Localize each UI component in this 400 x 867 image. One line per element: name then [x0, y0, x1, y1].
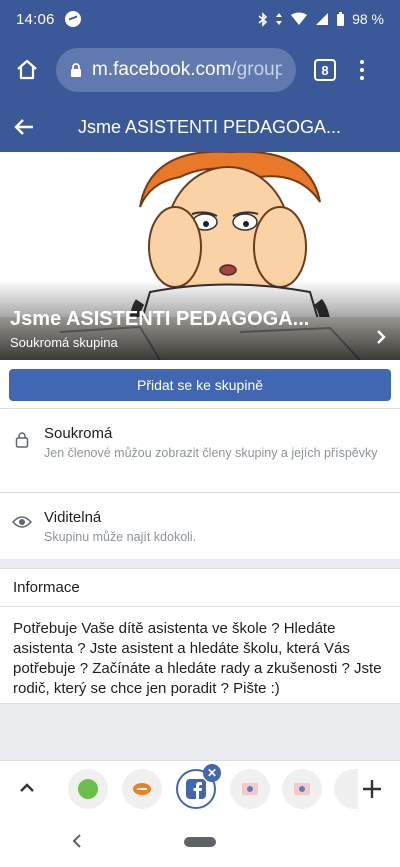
bee-icon — [133, 783, 151, 795]
lock-icon — [12, 425, 32, 492]
group-header: Jsme ASISTENTI PEDAGOGA... — [0, 102, 400, 152]
tab-favicon-facebook[interactable]: ✕ — [176, 764, 221, 809]
url-path: /groups — [231, 59, 282, 80]
about-section: Informace Potřebuje Vaše dítě asistenta … — [0, 568, 400, 704]
site-icon — [294, 783, 310, 795]
visibility-description: Skupinu může najít kdokoli. — [44, 530, 197, 544]
status-indicators: 98 % — [258, 11, 384, 27]
close-tab-icon[interactable]: ✕ — [203, 764, 221, 782]
status-time: 14:06 — [16, 10, 55, 28]
chevron-up-icon[interactable] — [18, 779, 36, 797]
tab-strip: ✕ — [0, 760, 400, 816]
tab-favicon-site-1[interactable] — [230, 769, 270, 809]
nav-back-icon[interactable] — [70, 834, 84, 848]
battery-percent: 98 % — [352, 11, 384, 27]
tab-favicon-tsd[interactable] — [68, 769, 108, 809]
more-menu-icon[interactable] — [360, 60, 364, 80]
new-tab-icon[interactable] — [360, 777, 384, 801]
status-bar: 14:06 98 % — [0, 0, 400, 38]
visibility-title: Viditelná — [44, 509, 102, 526]
tab-favicon-site-2[interactable] — [282, 769, 322, 809]
back-arrow-icon — [14, 119, 33, 135]
tab-favicon-partial[interactable] — [334, 769, 358, 809]
chevron-right-icon — [377, 330, 386, 344]
privacy-title: Soukromá — [44, 425, 113, 442]
nav-home-pill[interactable] — [184, 837, 216, 847]
visibility-row: Viditelná Skupinu může najít kdokoli. — [0, 493, 400, 559]
tsd-icon — [78, 779, 98, 799]
about-title: Informace — [0, 569, 400, 607]
join-group-button[interactable]: Přidat se ke skupině — [9, 369, 391, 401]
url-text: m.facebook.com/groups — [92, 59, 282, 81]
site-icon — [242, 783, 258, 795]
home-icon — [17, 59, 37, 80]
url-bar[interactable]: m.facebook.com/groups — [56, 48, 296, 92]
join-section: Přidat se ke skupině — [0, 360, 400, 408]
messenger-icon — [64, 11, 81, 27]
wifi-icon — [291, 12, 308, 25]
eye-icon — [12, 509, 32, 559]
about-text: Potřebuje Vaše dítě asistenta ve škole ?… — [13, 620, 382, 697]
signal-icon — [316, 13, 329, 25]
url-domain: m.facebook.com — [92, 59, 232, 80]
data-arrows-icon — [276, 13, 283, 25]
facebook-icon — [186, 779, 206, 799]
system-nav-bar — [0, 816, 400, 867]
privacy-description: Jen členové můžou zobrazit členy skupiny… — [44, 446, 378, 460]
bluetooth-icon — [258, 11, 268, 27]
cover-group-name: Jsme ASISTENTI PEDAGOGA... — [10, 308, 310, 330]
privacy-row: Soukromá Jen členové můžou zobrazit člen… — [0, 409, 400, 493]
back-button[interactable] — [12, 115, 36, 139]
browser-toolbar: m.facebook.com/groups 8 — [0, 38, 400, 102]
tab-favicon-bee[interactable] — [122, 769, 162, 809]
tab-switcher-button[interactable]: 8 — [314, 59, 336, 81]
battery-icon — [337, 11, 345, 26]
group-cover[interactable]: Jsme ASISTENTI PEDAGOGA... Soukromá skup… — [0, 152, 400, 360]
page-title: Jsme ASISTENTI PEDAGOGA... — [78, 116, 342, 137]
cover-privacy-label: Soukromá skupina — [10, 335, 118, 350]
home-button[interactable] — [12, 55, 42, 85]
lock-icon — [71, 62, 81, 77]
group-info: Soukromá Jen členové můžou zobrazit člen… — [0, 408, 400, 559]
